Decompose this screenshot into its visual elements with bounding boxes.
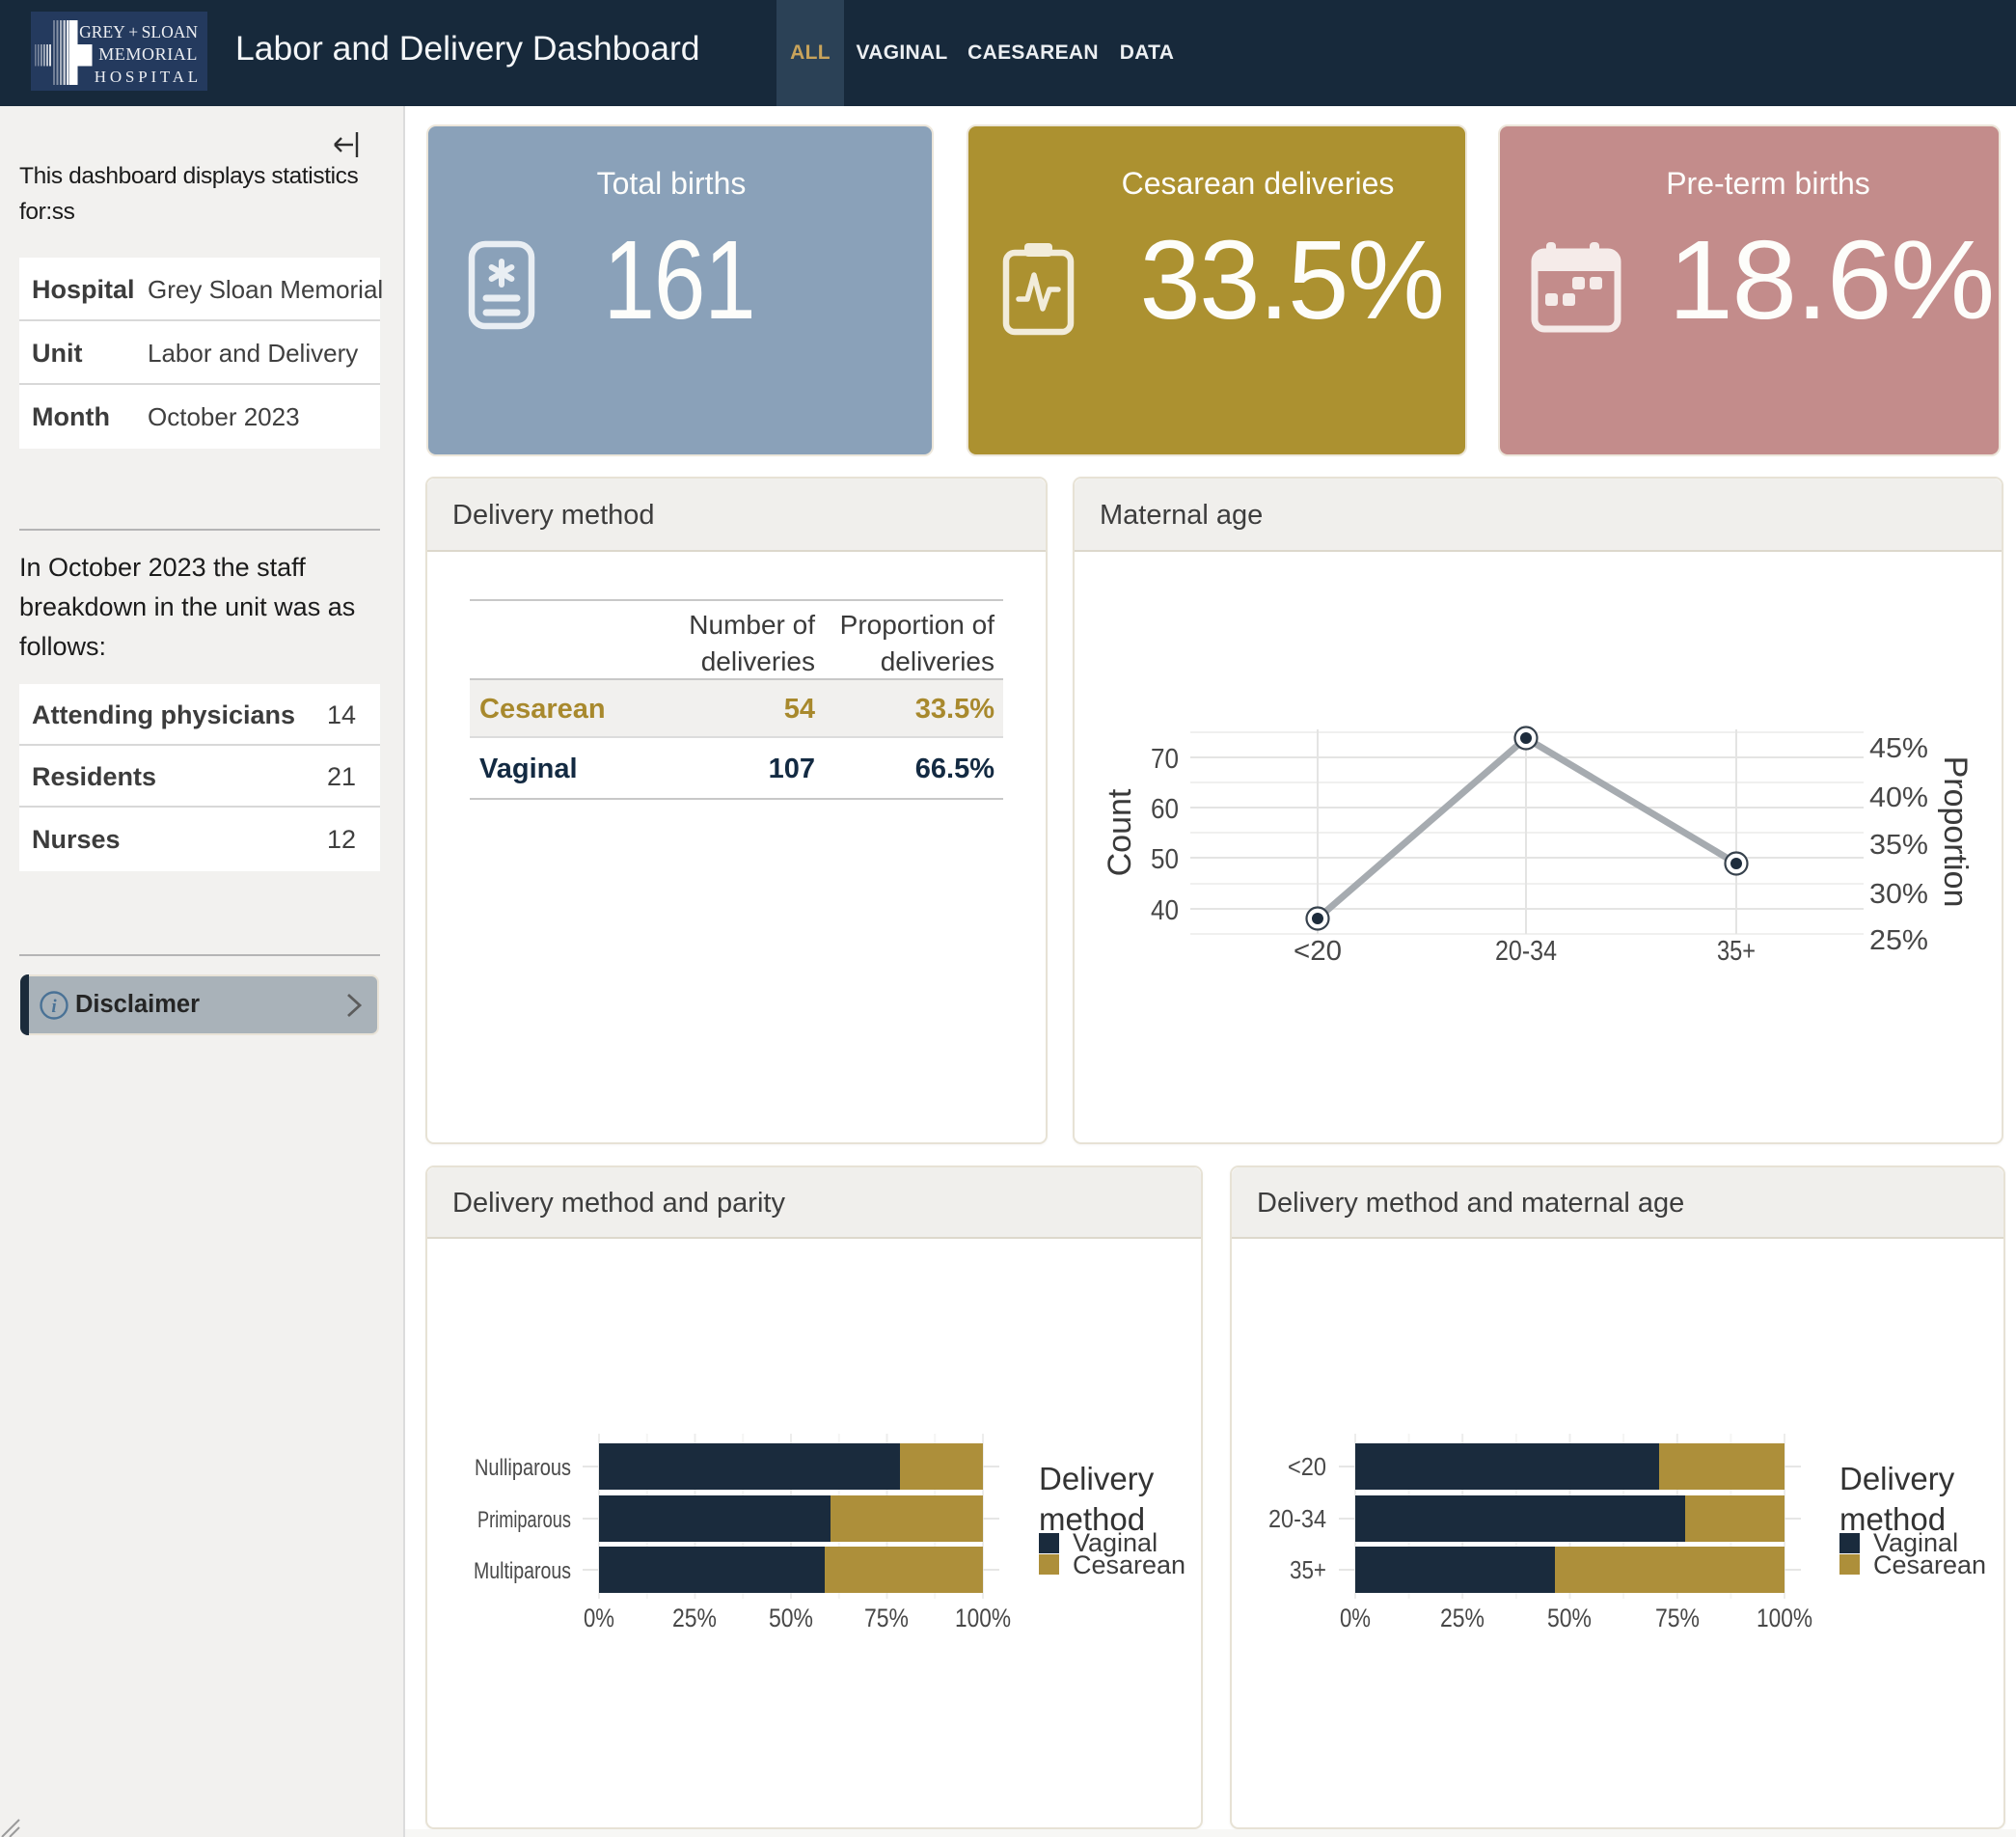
- svg-text:35+: 35+: [1290, 1555, 1326, 1584]
- svg-text:30%: 30%: [1869, 879, 1928, 910]
- svg-text:25%: 25%: [1440, 1604, 1485, 1632]
- svg-text:45%: 45%: [1869, 733, 1928, 764]
- svg-text:50%: 50%: [1547, 1604, 1592, 1632]
- svg-text:50: 50: [1151, 844, 1179, 875]
- svg-text:Proportion: Proportion: [1937, 756, 1974, 908]
- svg-text:Delivery: Delivery: [1039, 1461, 1155, 1496]
- svg-text:75%: 75%: [1655, 1604, 1700, 1632]
- svg-text:Count: Count: [1102, 788, 1138, 876]
- svg-text:Delivery: Delivery: [1839, 1461, 1955, 1496]
- svg-text:50%: 50%: [769, 1604, 813, 1632]
- svg-text:60: 60: [1151, 794, 1179, 825]
- svg-text:20-34: 20-34: [1495, 936, 1557, 967]
- svg-text:40%: 40%: [1869, 782, 1928, 813]
- svg-text:<20: <20: [1294, 936, 1342, 967]
- svg-text:40: 40: [1151, 895, 1179, 926]
- svg-text:Multiparous: Multiparous: [474, 1558, 571, 1584]
- svg-text:Nulliparous: Nulliparous: [475, 1455, 571, 1481]
- svg-text:<20: <20: [1288, 1452, 1326, 1481]
- svg-text:20-34: 20-34: [1268, 1504, 1326, 1533]
- svg-text:35%: 35%: [1869, 830, 1928, 861]
- svg-text:25%: 25%: [1869, 925, 1928, 956]
- svg-text:75%: 75%: [864, 1604, 909, 1632]
- svg-text:70: 70: [1151, 744, 1179, 775]
- svg-text:0%: 0%: [1340, 1604, 1371, 1632]
- svg-text:Cesarean: Cesarean: [1073, 1550, 1185, 1579]
- svg-text:100%: 100%: [1757, 1604, 1812, 1632]
- svg-text:Cesarean: Cesarean: [1873, 1550, 1986, 1579]
- svg-text:Primiparous: Primiparous: [477, 1507, 571, 1533]
- svg-text:25%: 25%: [672, 1604, 717, 1632]
- svg-text:0%: 0%: [584, 1604, 614, 1632]
- svg-text:100%: 100%: [955, 1604, 1011, 1632]
- svg-text:35+: 35+: [1717, 936, 1756, 967]
